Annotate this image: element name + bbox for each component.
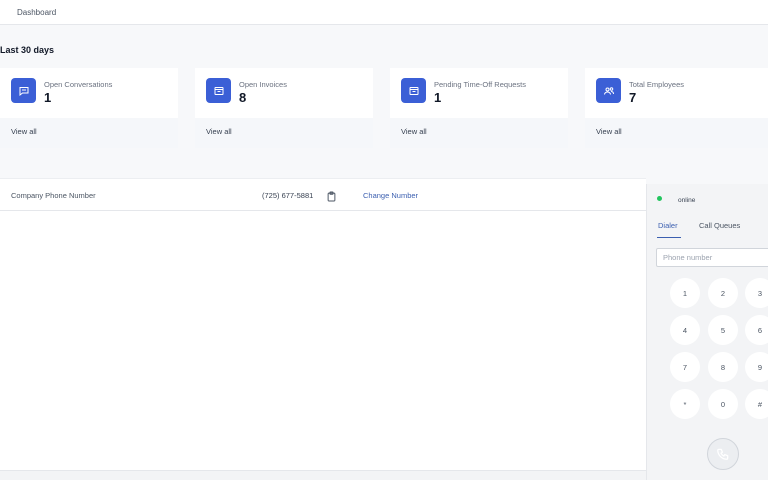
stat-label: Pending Time-Off Requests (434, 80, 526, 89)
chat-icon (11, 78, 36, 103)
top-bar: Dashboard (0, 0, 768, 25)
period-title: Last 30 days (0, 45, 55, 55)
dial-key-6[interactable]: 6 (745, 315, 768, 345)
clipboard-icon[interactable] (327, 189, 336, 202)
view-all-link[interactable]: View all (206, 127, 232, 136)
change-number-link[interactable]: Change Number (363, 191, 418, 200)
company-phone-label: Company Phone Number (11, 191, 96, 200)
company-phone-row: Company Phone Number (725) 677-5881 Chan… (0, 179, 646, 211)
stat-value: 8 (239, 90, 247, 105)
dial-key-2[interactable]: 2 (708, 278, 738, 308)
stat-label: Open Conversations (44, 80, 113, 89)
company-phone-number: (725) 677-5881 (262, 191, 314, 200)
stat-label: Open Invoices (239, 80, 287, 89)
bottom-strip (0, 470, 646, 480)
dial-key-hash[interactable]: # (745, 389, 768, 419)
dial-key-9[interactable]: 9 (745, 352, 768, 382)
invoice-icon (206, 78, 231, 103)
dial-key-8[interactable]: 8 (708, 352, 738, 382)
call-button[interactable] (707, 438, 739, 470)
tab-dialer[interactable]: Dialer (658, 221, 678, 230)
dial-key-4[interactable]: 4 (670, 315, 700, 345)
stat-value: 1 (44, 90, 52, 105)
dial-key-0[interactable]: 0 (708, 389, 738, 419)
dial-key-3[interactable]: 3 (745, 278, 768, 308)
users-icon (596, 78, 621, 103)
view-all-link[interactable]: View all (401, 127, 427, 136)
stat-card-pending-time-off: Pending Time-Off Requests 1 View all (390, 68, 568, 148)
dial-key-5[interactable]: 5 (708, 315, 738, 345)
time-off-icon (401, 78, 426, 103)
view-all-link[interactable]: View all (11, 127, 37, 136)
online-status-text: online (678, 197, 696, 204)
stat-value: 7 (629, 90, 637, 105)
dialer-panel: online Dialer Call Queues 1 2 3 4 5 6 7 … (646, 184, 768, 480)
online-status-dot (657, 196, 662, 201)
breadcrumb[interactable]: Dashboard (17, 8, 56, 17)
phone-number-input[interactable] (656, 248, 768, 267)
stat-value: 1 (434, 90, 442, 105)
stat-card-open-conversations: Open Conversations 1 View all (0, 68, 178, 148)
stat-label: Total Employees (629, 80, 685, 89)
dial-key-1[interactable]: 1 (670, 278, 700, 308)
phone-icon (717, 448, 729, 460)
dial-key-star[interactable]: * (670, 389, 700, 419)
phone-panel: Company Phone Number (725) 677-5881 Chan… (0, 178, 646, 470)
stat-card-total-employees: Total Employees 7 View all (585, 68, 768, 148)
tab-call-queues[interactable]: Call Queues (699, 221, 740, 230)
active-tab-indicator (657, 237, 681, 238)
view-all-link[interactable]: View all (596, 127, 622, 136)
stat-card-open-invoices: Open Invoices 8 View all (195, 68, 373, 148)
dial-key-7[interactable]: 7 (670, 352, 700, 382)
